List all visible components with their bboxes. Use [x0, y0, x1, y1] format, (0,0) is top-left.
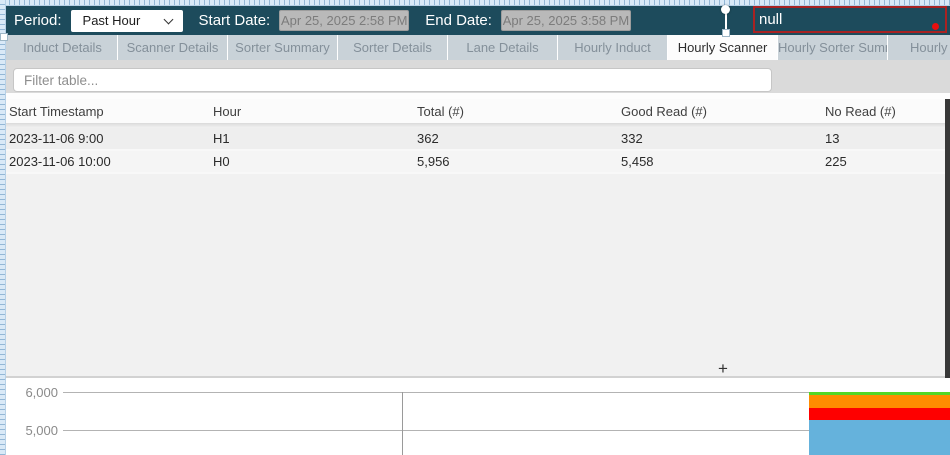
data-table: Start TimestampHourTotal (#)Good Read (#…: [6, 99, 950, 378]
tab-sorter-summary[interactable]: Sorter Summary: [228, 35, 338, 60]
null-overlay-box: null: [753, 6, 947, 33]
period-label: Period:: [14, 12, 62, 29]
table-cell: 332: [618, 131, 822, 146]
column-header[interactable]: Total (#): [414, 104, 618, 119]
stacked-bar: [809, 380, 950, 455]
start-date-input[interactable]: [279, 10, 409, 31]
column-header[interactable]: Start Timestamp: [6, 104, 210, 119]
dashboard-stage: Period: Past Hour Start Date: End Date: …: [0, 0, 950, 455]
category-divider-line: [402, 392, 403, 455]
table-row[interactable]: 2023-11-06 9:00H136233213: [6, 128, 950, 151]
column-header[interactable]: No Read (#): [822, 104, 950, 119]
table-cell: 225: [822, 154, 950, 169]
tab-lane-details[interactable]: Lane Details: [448, 35, 558, 60]
tab-hourly-sort[interactable]: Hourly Sort: [888, 35, 950, 60]
tab-scanner-details[interactable]: Scanner Details: [118, 35, 228, 60]
column-header[interactable]: Hour: [210, 104, 414, 119]
record-indicator-dot: [932, 23, 939, 30]
y-tick-label: 5,000: [0, 423, 58, 438]
selection-anchor-circle[interactable]: [721, 5, 730, 14]
tab-hourly-induct[interactable]: Hourly Induct: [558, 35, 668, 60]
table-cell: 13: [822, 131, 950, 146]
tab-sorter-details[interactable]: Sorter Details: [338, 35, 448, 60]
null-overlay-text: null: [759, 11, 782, 28]
period-select[interactable]: Past Hour: [71, 10, 183, 32]
column-header[interactable]: Good Read (#): [618, 104, 822, 119]
table-scrollbar[interactable]: [945, 99, 950, 378]
bar-segment-orange: [809, 395, 950, 408]
table-cell: 5,956: [414, 154, 618, 169]
end-date-label: End Date:: [425, 12, 492, 29]
filter-panel: [6, 60, 950, 93]
tab-induct-details[interactable]: Induct Details: [8, 35, 118, 60]
table-cell: 2023-11-06 9:00: [6, 131, 210, 146]
bar-segment-red: [809, 408, 950, 420]
chevron-down-icon: [163, 14, 173, 24]
plus-cursor: +: [718, 359, 728, 379]
end-date-input[interactable]: [501, 10, 631, 31]
tab-bar: Induct DetailsScanner DetailsSorter Summ…: [6, 35, 950, 60]
tab-hourly-sorter-summar[interactable]: Hourly Sorter Summar: [778, 35, 888, 60]
table-body: 2023-11-06 9:00H1362332132023-11-06 10:0…: [6, 128, 950, 174]
selection-edge-handle[interactable]: [0, 33, 8, 41]
table-cell: 5,458: [618, 154, 822, 169]
table-row[interactable]: 2023-11-06 10:00H05,9565,458225: [6, 151, 950, 174]
bar-segment-blue: [809, 420, 950, 455]
table-cell: 362: [414, 131, 618, 146]
filter-input[interactable]: [13, 68, 772, 92]
y-tick-label: 6,000: [0, 385, 58, 400]
table-cell: 2023-11-06 10:00: [6, 154, 210, 169]
chart: 6,000 5,000: [0, 380, 950, 455]
tab-hourly-scanner[interactable]: Hourly Scanner: [668, 35, 778, 60]
table-cell: H1: [210, 131, 414, 146]
selection-anchor-handle[interactable]: [722, 29, 730, 37]
table-header-row: Start TimestampHourTotal (#)Good Read (#…: [6, 99, 950, 124]
start-date-label: Start Date:: [199, 12, 271, 29]
table-cell: H0: [210, 154, 414, 169]
period-select-value: Past Hour: [71, 13, 141, 28]
ruler-left: [0, 0, 6, 455]
